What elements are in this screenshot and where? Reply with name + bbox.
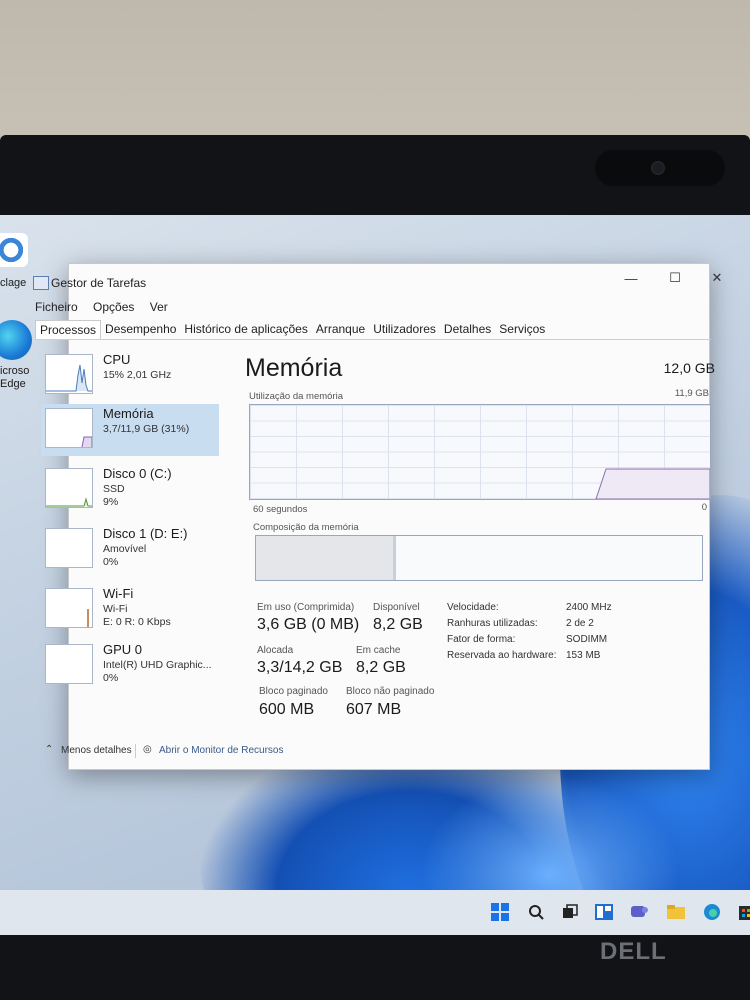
sidebar-item-disco-0[interactable]: Disco 0 (C:) SSD 9%	[41, 464, 219, 516]
wall-background	[0, 0, 750, 150]
panel-title: Memória	[245, 354, 343, 382]
menu-bar: Ficheiro Opções Ver	[35, 300, 180, 314]
task-manager-window: Gestor de Tarefas — ☐ ✕ Ficheiro Opções …	[33, 263, 722, 770]
footer-divider	[135, 744, 136, 758]
tab-processos[interactable]: Processos	[35, 320, 102, 339]
nonpaged-pool-value: 607 MB	[346, 701, 402, 718]
available-label: Disponível	[373, 602, 420, 613]
memory-usage-area	[595, 468, 710, 499]
detail-key: Fator de forma:	[447, 634, 516, 645]
close-button[interactable]: ✕	[703, 268, 731, 288]
nonpaged-pool-label: Bloco não paginado	[346, 686, 435, 697]
memory-total: 12,0 GB	[663, 360, 715, 376]
memory-usage-graph	[249, 404, 711, 500]
in-use-value: 3,6 GB (0 MB)	[257, 616, 360, 633]
detail-key: Velocidade:	[447, 602, 499, 613]
composition-in-use	[256, 536, 394, 580]
memory-panel: Memória 12,0 GB Utilização da memória 11…	[245, 350, 715, 750]
wifi-thumbnail-graph	[45, 588, 93, 628]
paged-pool-label: Bloco paginado	[259, 686, 328, 697]
composition-modified	[393, 536, 396, 580]
in-use-label: Em uso (Comprimida)	[257, 602, 355, 613]
tab-divider	[35, 339, 711, 340]
paged-pool-value: 600 MB	[259, 701, 315, 718]
gpu-thumbnail-graph	[45, 644, 93, 684]
memory-composition-bar	[255, 535, 703, 581]
cached-value: 8,2 GB	[356, 659, 406, 676]
file-explorer-icon[interactable]	[666, 902, 686, 922]
detail-key: Ranhuras utilizadas:	[447, 618, 538, 629]
disk-1-thumbnail-graph	[45, 528, 93, 568]
menu-opcoes[interactable]: Opções	[93, 300, 134, 314]
minimize-button[interactable]: —	[617, 268, 645, 288]
window-title: Gestor de Tarefas	[51, 276, 147, 290]
time-end-label: 0	[701, 502, 707, 513]
search-icon[interactable]	[526, 902, 546, 922]
tab-desempenho[interactable]: Desempenho	[101, 320, 180, 338]
edge-icon[interactable]	[702, 902, 722, 922]
desktop-icon-label: clage	[0, 277, 27, 289]
task-view-icon[interactable]	[560, 902, 580, 922]
cpu-thumbnail-graph	[45, 354, 93, 394]
tab-detalhes[interactable]: Detalhes	[440, 320, 495, 338]
fewer-details-link[interactable]: Menos detalhes	[61, 745, 132, 756]
menu-ver[interactable]: Ver	[150, 300, 168, 314]
maximize-button[interactable]: ☐	[661, 268, 689, 288]
composition-label: Composição da memória	[253, 522, 359, 533]
resource-monitor-link[interactable]: Abrir o Monitor de Recursos	[159, 745, 284, 756]
detail-value: 2400 MHz	[566, 602, 612, 613]
sidebar-item-disco-1[interactable]: Disco 1 (D: E:) Amovível 0%	[41, 524, 219, 576]
store-icon[interactable]	[736, 902, 750, 922]
task-manager-icon	[33, 276, 49, 290]
tab-historico[interactable]: Histórico de aplicações	[180, 320, 311, 338]
detail-value: SODIMM	[566, 634, 608, 645]
graph-max-label: 11,9 GB	[674, 388, 709, 399]
sidebar-item-wifi[interactable]: Wi-Fi Wi-Fi E: 0 R: 0 Kbps	[41, 584, 219, 636]
committed-label: Alocada	[257, 645, 294, 656]
webcam-icon	[595, 150, 725, 186]
menu-ficheiro[interactable]: Ficheiro	[35, 300, 78, 314]
desktop-icon-label: icroso Edge	[0, 365, 30, 390]
tab-utilizadores[interactable]: Utilizadores	[369, 320, 440, 338]
brand-logo: DELL	[600, 938, 667, 965]
edge-icon[interactable]	[0, 320, 32, 360]
chevron-up-icon[interactable]: ⌃	[45, 744, 53, 755]
disk-0-thumbnail-graph	[45, 468, 93, 508]
sidebar-item-cpu[interactable]: CPU 15% 2,01 GHz	[41, 350, 219, 402]
cached-label: Em cache	[356, 645, 401, 656]
available-value: 8,2 GB	[373, 616, 423, 633]
time-span-label: 60 segundos	[253, 504, 308, 515]
memory-thumbnail-graph	[45, 408, 93, 448]
chat-icon[interactable]	[630, 902, 650, 922]
committed-value: 3,3/14,2 GB	[257, 659, 343, 676]
resource-list: CPU 15% 2,01 GHz Memória 3,7/11,9 GB (31…	[35, 350, 225, 730]
detail-value: 153 MB	[566, 650, 601, 661]
tab-arranque[interactable]: Arranque	[312, 320, 369, 338]
title-bar[interactable]: Gestor de Tarefas — ☐ ✕	[33, 264, 722, 298]
tab-servicos[interactable]: Serviços	[495, 320, 549, 338]
windows-start-icon[interactable]	[490, 902, 510, 922]
sidebar-item-memoria[interactable]: Memória 3,7/11,9 GB (31%)	[41, 404, 219, 456]
graph-label: Utilização da memória	[249, 391, 343, 402]
tab-bar: Processos Desempenho Histórico de aplica…	[35, 320, 549, 340]
widgets-icon[interactable]	[594, 902, 614, 922]
recycle-bin-icon[interactable]	[0, 233, 28, 267]
resource-monitor-icon: ◎	[143, 744, 152, 755]
detail-value: 2 de 2	[566, 618, 594, 629]
sidebar-item-gpu[interactable]: GPU 0 Intel(R) UHD Graphic... 0%	[41, 640, 219, 692]
detail-key: Reservada ao hardware:	[447, 650, 557, 661]
footer-bar: ⌃ Menos detalhes ◎ Abrir o Monitor de Re…	[35, 742, 711, 764]
